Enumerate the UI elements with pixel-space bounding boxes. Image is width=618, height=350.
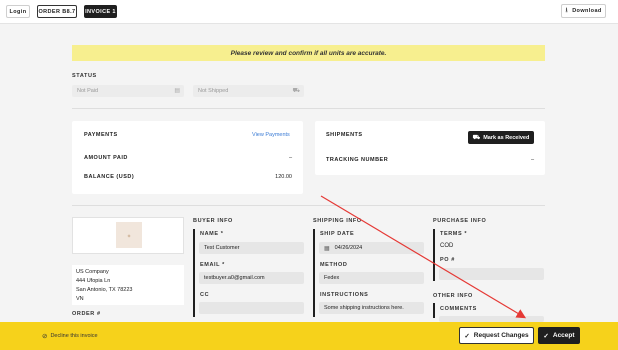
tab-order[interactable]: ORDER B8.7 <box>37 5 77 18</box>
tracking-number-value: – <box>530 157 534 163</box>
email-label: EMAIL * <box>200 262 225 268</box>
download-icon: ⭳ <box>565 6 569 14</box>
truck-icon: ⛟ <box>472 134 481 141</box>
top-bar: Login ORDER B8.7 INVOICE 1 ⭳ Download <box>0 0 618 24</box>
payment-status-select[interactable]: Not Paid ▤ <box>72 85 184 97</box>
name-label: NAME * <box>200 231 224 237</box>
purchase-section-bar <box>433 229 435 281</box>
review-banner: Please review and confirm if all units a… <box>72 45 545 61</box>
decline-invoice-link[interactable]: ⊘ Decline this invoice <box>42 332 98 340</box>
shipping-section-bar <box>313 229 315 317</box>
shipping-info-title: SHIPPING INFO <box>313 218 362 224</box>
amount-paid-value: – <box>288 155 292 161</box>
shipping-status-select[interactable]: Not Shipped ⛟ <box>193 85 304 97</box>
view-payments-link[interactable]: View Payments <box>252 132 290 138</box>
download-label: Download <box>572 8 602 14</box>
payments-title: PAYMENTS <box>84 132 118 138</box>
instructions-label: INSTRUCTIONS <box>320 292 369 298</box>
mark-as-received-button[interactable]: ⛟ Mark as Received <box>468 131 534 144</box>
shipments-title: SHIPMENTS <box>326 132 363 138</box>
address-line: US Company <box>76 269 109 275</box>
ship-date-input[interactable]: ▦ 04/26/2024 <box>319 242 424 254</box>
truck-icon: ⛟ <box>292 88 300 94</box>
check-icon: ✓ <box>543 332 549 340</box>
email-input[interactable]: testbuyer.a0@gmail.com <box>199 272 304 284</box>
purchase-info-title: PURCHASE INFO <box>433 218 487 224</box>
address-line: San Antonio, TX 78223 <box>76 287 133 293</box>
ship-date-value: 04/26/2024 <box>334 245 363 251</box>
po-label: PO # <box>440 257 455 263</box>
decline-label: Decline this invoice <box>50 333 98 339</box>
method-label: METHOD <box>320 262 348 268</box>
tracking-number-label: TRACKING NUMBER <box>326 157 389 163</box>
request-changes-label: Request Changes <box>473 332 529 339</box>
calendar-icon: ▦ <box>324 245 330 252</box>
po-input[interactable] <box>439 268 544 280</box>
instructions-input[interactable]: Some shipping instructions here. <box>319 302 424 314</box>
address-box: US Company 444 Ufopia Ln San Antonio, TX… <box>72 265 184 305</box>
cc-label: CC <box>200 292 210 298</box>
block-icon: ⊘ <box>42 333 48 340</box>
balance-label: BALANCE (USD) <box>84 174 135 180</box>
comments-label: COMMENTS <box>440 306 477 312</box>
buyer-info-title: BUYER INFO <box>193 218 233 224</box>
method-input[interactable]: Fedex <box>319 272 424 284</box>
payment-status-value: Not Paid <box>77 88 99 94</box>
invoice-tab-label: INVOICE 1 <box>85 8 116 15</box>
download-button[interactable]: ⭳ Download <box>561 4 606 18</box>
amount-paid-label: AMOUNT PAID <box>84 155 128 161</box>
address-line: 444 Ufopia Ln <box>76 278 111 284</box>
buyer-section-bar <box>193 229 195 317</box>
order-tab-label: ORDER B8.7 <box>38 8 76 15</box>
status-label: STATUS <box>72 73 97 79</box>
other-section-bar <box>433 303 435 318</box>
terms-value[interactable]: COD <box>440 242 453 251</box>
request-changes-button[interactable]: ✓ Request Changes <box>459 327 534 344</box>
shipping-status-value: Not Shipped <box>198 88 229 94</box>
company-logo-image: ◈ <box>116 222 142 248</box>
section-divider <box>72 108 545 109</box>
check-icon: ✓ <box>464 332 470 340</box>
accept-label: Accept <box>552 332 575 339</box>
name-input[interactable]: Test Customer <box>199 242 304 254</box>
mark-as-received-label: Mark as Received <box>483 134 530 141</box>
calendar-icon: ▤ <box>174 88 180 94</box>
terms-label: TERMS * <box>440 231 468 237</box>
shipments-card <box>315 121 545 175</box>
section-divider <box>72 205 545 206</box>
login-button[interactable]: Login <box>6 5 30 18</box>
other-info-title: OTHER INFO <box>433 293 473 299</box>
order-number-label: ORDER # <box>72 311 101 317</box>
accept-button[interactable]: ✓ Accept <box>538 327 580 344</box>
ship-date-label: SHIP DATE <box>320 231 355 237</box>
login-label: Login <box>9 8 27 15</box>
company-logo-box[interactable]: ◈ <box>72 217 184 254</box>
cc-input[interactable] <box>199 302 304 314</box>
tab-invoice[interactable]: INVOICE 1 <box>84 5 117 18</box>
address-line: VN <box>76 296 84 302</box>
balance-value: 120.00 <box>275 174 292 180</box>
